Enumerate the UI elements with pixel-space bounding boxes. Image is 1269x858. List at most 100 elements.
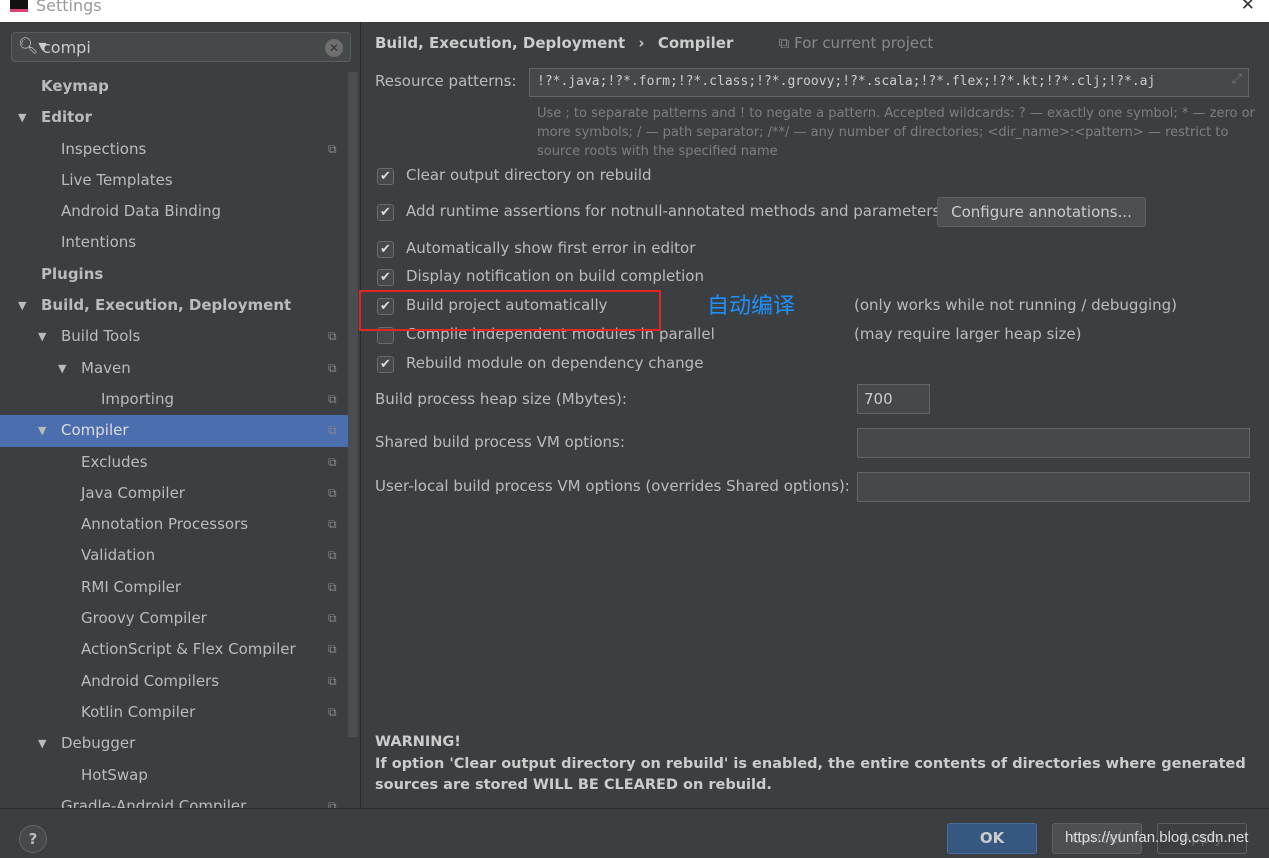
tree-item-label: Build Tools xyxy=(61,327,141,346)
tree-item-label: Java Compiler xyxy=(81,483,185,502)
tree-item[interactable]: Inspections ⧉ xyxy=(0,134,348,165)
tree-item-label: Kotlin Compiler xyxy=(81,702,196,721)
tree-item[interactable]: ▼ Build, Execution, Deployment xyxy=(0,290,348,321)
tree-item[interactable]: Plugins xyxy=(0,259,348,290)
tree-item[interactable]: Annotation Processors ⧉ xyxy=(0,509,348,540)
project-scope-icon: ⧉ xyxy=(328,141,337,156)
project-scope-icon: ⧉ xyxy=(328,360,337,375)
tree-item[interactable]: Excludes ⧉ xyxy=(0,447,348,478)
tree-item-label: Maven xyxy=(81,358,131,377)
project-scope-icon: ⧉ xyxy=(328,673,337,688)
tree-item[interactable]: Android Compilers ⧉ xyxy=(0,666,348,697)
checkbox-checked-icon[interactable]: ✔ xyxy=(377,356,394,373)
tree-item[interactable]: Groovy Compiler ⧉ xyxy=(0,603,348,634)
ok-button[interactable]: OK xyxy=(947,823,1037,854)
tree-item-label: Groovy Compiler xyxy=(81,609,207,628)
expand-triangle-icon[interactable]: ▼ xyxy=(58,353,66,384)
tree-item-label: Annotation Processors xyxy=(81,515,249,534)
tree-item[interactable]: ▼ Compiler ⧉ xyxy=(0,415,348,447)
tree-item-label: Android Compilers xyxy=(81,671,220,690)
tree-item-label: Intentions xyxy=(61,233,137,252)
project-scope-icon: ⧉ xyxy=(328,423,337,438)
tree-item-label: Importing xyxy=(101,389,174,408)
expand-triangle-icon[interactable]: ▼ xyxy=(38,415,46,446)
checkbox-label[interactable]: Add runtime assertions for notnull-annot… xyxy=(406,202,940,220)
resource-patterns-input[interactable]: !?*.java;!?*.form;!?*.class;!?*.groovy;!… xyxy=(529,68,1249,97)
resource-patterns-label: Resource patterns: xyxy=(375,72,517,90)
shared-vm-options-input[interactable] xyxy=(857,428,1250,458)
settings-sidebar: 🔍︎▾ ✕ Keymap ▼ Editor Inspections ⧉ Live Temp… xyxy=(0,22,361,808)
checkbox-checked-icon[interactable]: ✔ xyxy=(377,241,394,258)
expand-triangle-icon[interactable]: ▼ xyxy=(38,728,46,759)
clear-search-icon[interactable]: ✕ xyxy=(325,39,343,57)
project-scope-icon: ⧉ xyxy=(328,642,337,657)
tree-item[interactable]: Live Templates xyxy=(0,165,348,196)
checkbox-checked-icon[interactable]: ✔ xyxy=(377,269,394,286)
user-vm-options-input[interactable] xyxy=(857,472,1250,502)
tree-item[interactable]: Java Compiler ⧉ xyxy=(0,478,348,509)
tree-item[interactable]: Gradle-Android Compiler ⧉ xyxy=(0,791,348,808)
project-scope-icon: ⧉ xyxy=(328,485,337,500)
tree-item-label: Keymap xyxy=(41,77,109,95)
tree-item[interactable]: ▼ Maven ⧉ xyxy=(0,353,348,384)
checkbox-label[interactable]: Rebuild module on dependency change xyxy=(406,354,703,372)
project-scope-icon: ⧉ xyxy=(328,329,337,344)
tree-item[interactable]: Validation ⧉ xyxy=(0,540,348,571)
project-scope-icon: ⧉ xyxy=(328,391,337,406)
expand-triangle-icon[interactable]: ▼ xyxy=(18,290,26,321)
help-button[interactable]: ? xyxy=(19,825,47,853)
tree-item[interactable]: HotSwap xyxy=(0,760,348,791)
resource-patterns-value: !?*.java;!?*.form;!?*.class;!?*.groovy;!… xyxy=(537,74,1156,89)
checkbox-checked-icon[interactable]: ✔ xyxy=(377,204,394,221)
breadcrumb-current: Compiler xyxy=(657,34,734,52)
intellij-logo-icon xyxy=(10,0,28,12)
tree-item[interactable]: ▼ Editor xyxy=(0,102,348,133)
checkbox-label[interactable]: Automatically show first error in editor xyxy=(406,239,695,257)
checkbox-label[interactable]: Display notification on build completion xyxy=(406,267,704,285)
breadcrumb-separator: › xyxy=(638,34,645,52)
tree-item-label: Validation xyxy=(81,546,156,565)
project-scope-icon: ⧉ xyxy=(778,34,795,52)
tree-item[interactable]: ▼ Debugger xyxy=(0,728,348,759)
configure-annotations-button[interactable]: Configure annotations... xyxy=(937,197,1146,227)
highlight-box xyxy=(359,290,661,331)
tree-item-label: Plugins xyxy=(41,264,104,283)
title-bar: Settings ✕ xyxy=(0,0,1269,22)
settings-search[interactable]: 🔍︎▾ ✕ xyxy=(11,32,351,62)
sidebar-scrollbar[interactable] xyxy=(348,72,358,737)
search-input[interactable] xyxy=(42,36,322,58)
warning-text: If option 'Clear output directory on reb… xyxy=(375,755,1246,794)
tree-item[interactable]: Android Data Binding xyxy=(0,196,348,227)
tree-item-label: ActionScript & Flex Compiler xyxy=(81,640,296,659)
checkbox-checked-icon[interactable]: ✔ xyxy=(377,168,394,185)
project-scope-icon: ⧉ xyxy=(328,798,337,808)
project-scope-label: For current project xyxy=(794,34,934,52)
project-scope-icon: ⧉ xyxy=(328,454,337,469)
dialog-footer: ? OK Cancel Apply https://yunfan.blog.cs… xyxy=(0,808,1269,858)
expand-triangle-icon[interactable]: ▼ xyxy=(38,321,46,352)
expand-icon[interactable]: ⤢ xyxy=(1232,72,1242,87)
tree-item-label: RMI Compiler xyxy=(81,577,182,596)
breadcrumb-parent[interactable]: Build, Execution, Deployment xyxy=(375,34,625,52)
tree-item[interactable]: Importing ⧉ xyxy=(0,384,348,415)
tree-item-label: Android Data Binding xyxy=(61,202,222,221)
tree-item-label: HotSwap xyxy=(81,765,148,784)
expand-triangle-icon[interactable]: ▼ xyxy=(18,102,26,133)
tree-item[interactable]: Kotlin Compiler ⧉ xyxy=(0,697,348,728)
heap-size-label: Build process heap size (Mbytes): xyxy=(375,390,627,408)
resource-patterns-hint: Use ; to separate patterns and ! to nega… xyxy=(537,106,1255,159)
heap-size-input[interactable]: 700 xyxy=(857,384,930,414)
tree-item-label: Gradle-Android Compiler xyxy=(61,796,247,808)
user-vm-options-label: User-local build process VM options (ove… xyxy=(375,477,850,495)
checkbox-label[interactable]: Clear output directory on rebuild xyxy=(406,166,652,184)
tree-item[interactable]: RMI Compiler ⧉ xyxy=(0,572,348,603)
tree-item-label: Live Templates xyxy=(61,170,173,189)
close-window-button[interactable]: ✕ xyxy=(1241,0,1255,15)
annotation-text: 自动编译 xyxy=(707,294,796,319)
tree-item[interactable]: ActionScript & Flex Compiler ⧉ xyxy=(0,634,348,665)
tree-item[interactable]: Intentions xyxy=(0,227,348,258)
compiler-settings-panel: Build, Execution, Deployment › Compiler … xyxy=(362,22,1269,808)
tree-item[interactable]: Keymap xyxy=(0,71,348,102)
option-note: (only works while not running / debuggin… xyxy=(854,296,1178,314)
tree-item[interactable]: ▼ Build Tools ⧉ xyxy=(0,321,348,352)
